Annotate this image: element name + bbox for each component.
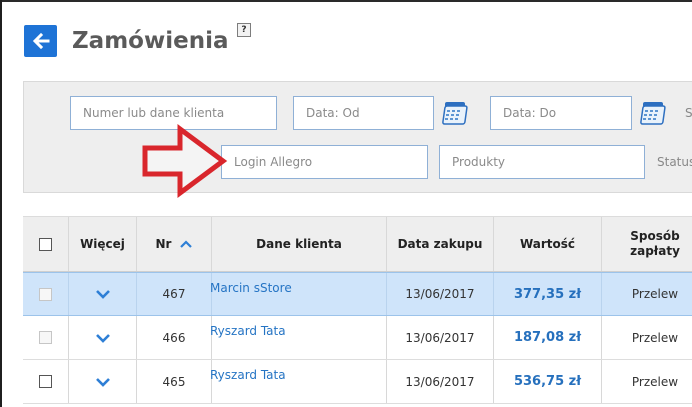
- row-client-link[interactable]: Ryszard Tata: [210, 368, 286, 382]
- window-frame-top: [0, 0, 692, 2]
- row-date: 13/06/2017: [405, 374, 475, 389]
- column-header-date: Data zakupu: [397, 236, 483, 251]
- back-button[interactable]: [24, 25, 57, 57]
- row-select-cell: [23, 360, 68, 403]
- row-expand-cell[interactable]: [69, 316, 136, 359]
- row-client-link[interactable]: Ryszard Tata: [210, 324, 286, 338]
- column-header-payment-line2: zapłaty: [630, 244, 680, 258]
- calendar-icon[interactable]: [440, 100, 468, 126]
- red-arrow-annotation: [142, 124, 228, 198]
- row-payment: Przelew: [631, 330, 679, 345]
- row-expand-cell[interactable]: [69, 360, 136, 403]
- page-title: Zamówienia: [72, 28, 229, 54]
- row-payment: Przelew: [631, 287, 679, 301]
- help-icon[interactable]: ?: [237, 23, 251, 37]
- row-select-cell: [23, 316, 68, 359]
- row-checkbox[interactable]: [39, 331, 52, 344]
- status-label: Status: [657, 155, 692, 169]
- row-value: 377,35 zł: [513, 286, 582, 302]
- chevron-down-icon[interactable]: [95, 333, 111, 343]
- login-allegro-input[interactable]: [221, 145, 428, 179]
- chevron-up-icon: [180, 240, 193, 248]
- row-nr: 467: [162, 287, 186, 301]
- table-row[interactable]: 465 Ryszard Tata 13/06/2017 536,75 zł Pr…: [23, 360, 692, 404]
- date-from-input[interactable]: [293, 96, 434, 130]
- row-value: 187,08 zł: [513, 330, 582, 345]
- row-client-link[interactable]: Marcin sStore: [210, 281, 292, 295]
- column-header-client: Dane klienta: [256, 236, 342, 251]
- chevron-down-icon[interactable]: [95, 289, 111, 299]
- cut-off-label: S: [685, 106, 692, 120]
- row-value: 536,75 zł: [513, 374, 582, 389]
- date-to-input[interactable]: [490, 96, 632, 130]
- products-input[interactable]: [439, 145, 645, 179]
- column-header-nr-label: Nr: [155, 236, 172, 251]
- chevron-down-icon[interactable]: [95, 377, 111, 387]
- column-header-payment-line1: Sposób: [630, 229, 680, 243]
- row-nr: 466: [162, 330, 186, 345]
- column-header-value: Wartość: [519, 236, 576, 251]
- row-expand-cell[interactable]: [69, 273, 136, 315]
- select-all-checkbox[interactable]: [39, 237, 52, 251]
- table-header: Więcej Nr Dane klienta Data zakupu Warto…: [23, 216, 692, 272]
- select-all-cell: [23, 217, 68, 271]
- column-header-nr[interactable]: Nr: [137, 217, 211, 271]
- row-checkbox[interactable]: [39, 287, 52, 301]
- row-date: 13/06/2017: [405, 287, 475, 301]
- row-select-cell: [23, 273, 68, 315]
- window-frame-left: [0, 0, 2, 407]
- column-header-payment: Sposób zapłaty: [602, 217, 692, 271]
- row-checkbox[interactable]: [39, 375, 52, 388]
- column-header-more: Więcej: [80, 236, 125, 251]
- calendar-icon[interactable]: [638, 100, 666, 126]
- arrow-left-icon: [32, 32, 49, 50]
- row-payment: Przelew: [631, 374, 679, 389]
- row-nr: 465: [162, 374, 186, 389]
- row-date: 13/06/2017: [405, 330, 475, 345]
- table-row[interactable]: 466 Ryszard Tata 13/06/2017 187,08 zł Pr…: [23, 316, 692, 360]
- table-row[interactable]: 467 Marcin sStore 13/06/2017 377,35 zł P…: [23, 272, 692, 316]
